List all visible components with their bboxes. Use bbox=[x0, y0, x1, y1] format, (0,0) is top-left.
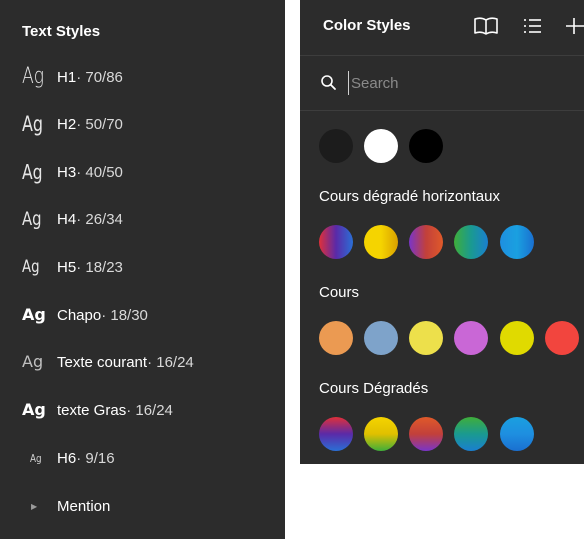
color-swatch[interactable] bbox=[454, 321, 488, 355]
color-swatch[interactable] bbox=[319, 225, 353, 259]
text-style-preview-icon: Ag bbox=[22, 64, 45, 89]
text-style-name: H5 bbox=[57, 258, 77, 276]
text-style-size: · 18/23 bbox=[76, 258, 123, 276]
add-icon[interactable] bbox=[562, 14, 584, 38]
text-style-chapo[interactable]: Ag Chapo · 18/30 bbox=[0, 295, 285, 335]
text-style-preview-icon: Ag bbox=[22, 111, 44, 136]
text-style-preview-icon: Ag bbox=[22, 305, 46, 324]
color-swatch[interactable] bbox=[545, 321, 579, 355]
color-swatch[interactable] bbox=[319, 129, 353, 163]
text-style-size: · 40/50 bbox=[76, 163, 123, 181]
text-style-name: H4 bbox=[57, 210, 77, 228]
color-swatch[interactable] bbox=[364, 417, 398, 451]
text-style-group-mention[interactable]: ▶ Mention bbox=[0, 486, 285, 526]
color-group-label[interactable]: Cours dégradé horizontaux bbox=[319, 188, 500, 205]
color-swatch[interactable] bbox=[364, 129, 398, 163]
color-group-label[interactable]: Cours Dégradés bbox=[319, 380, 428, 397]
text-style-size: · 70/86 bbox=[76, 68, 123, 86]
search-icon bbox=[320, 74, 338, 92]
color-swatch[interactable] bbox=[500, 321, 534, 355]
color-styles-title: Color Styles bbox=[323, 17, 411, 34]
text-style-h2[interactable]: Ag H2 · 50/70 bbox=[0, 104, 285, 144]
color-styles-panel: Color Styles Search Cours dégradé horizo… bbox=[300, 0, 584, 464]
color-swatch[interactable] bbox=[500, 417, 534, 451]
color-swatch[interactable] bbox=[409, 321, 443, 355]
text-style-name: H3 bbox=[57, 163, 77, 181]
text-style-name: Chapo bbox=[57, 306, 102, 324]
text-style-size: · 26/34 bbox=[76, 210, 123, 228]
search-input[interactable] bbox=[348, 71, 571, 95]
color-swatch[interactable] bbox=[364, 321, 398, 355]
text-style-name: H2 bbox=[57, 115, 77, 133]
text-style-name: H1 bbox=[57, 68, 77, 86]
text-style-preview-icon: Ag bbox=[30, 451, 42, 465]
text-style-preview-icon: Ag bbox=[22, 352, 44, 371]
color-swatch[interactable] bbox=[409, 225, 443, 259]
library-icon[interactable] bbox=[472, 14, 500, 38]
text-style-preview-icon: Ag bbox=[22, 256, 40, 277]
color-swatch[interactable] bbox=[319, 321, 353, 355]
text-style-h3[interactable]: Ag H3 · 40/50 bbox=[0, 152, 285, 192]
search-bar bbox=[300, 56, 584, 111]
list-view-icon[interactable] bbox=[520, 14, 548, 38]
text-style-preview-icon: Ag bbox=[22, 160, 43, 184]
text-style-size: · 18/30 bbox=[101, 306, 148, 324]
text-style-texte-courant[interactable]: Ag Texte courant · 16/24 bbox=[0, 342, 285, 382]
text-style-texte-gras[interactable]: Ag texte Gras · 16/24 bbox=[0, 390, 285, 430]
color-swatch[interactable] bbox=[409, 129, 443, 163]
text-style-size: · 9/16 bbox=[76, 449, 115, 467]
text-style-size: · 16/24 bbox=[147, 353, 194, 371]
text-style-preview-icon: Ag bbox=[22, 207, 42, 230]
text-styles-panel: Text Styles Ag H1 · 70/86 Ag H2 · 50/70 … bbox=[0, 0, 285, 539]
text-style-group-name: Mention bbox=[57, 497, 111, 515]
color-swatch[interactable] bbox=[454, 417, 488, 451]
color-swatch[interactable] bbox=[409, 417, 443, 451]
text-style-preview-icon: Ag bbox=[22, 400, 46, 419]
color-swatch[interactable] bbox=[454, 225, 488, 259]
text-style-h1[interactable]: Ag H1 · 70/86 bbox=[0, 57, 285, 97]
color-group-label[interactable]: Cours bbox=[319, 284, 359, 301]
text-style-size: · 16/24 bbox=[126, 401, 173, 419]
color-swatch[interactable] bbox=[500, 225, 534, 259]
text-style-name: texte Gras bbox=[57, 401, 127, 419]
text-style-name: Texte courant bbox=[57, 353, 148, 371]
color-styles-header: Color Styles bbox=[300, 0, 584, 56]
text-style-name: H6 bbox=[57, 449, 77, 467]
text-style-size: · 50/70 bbox=[76, 115, 123, 133]
text-style-h5[interactable]: Ag H5 · 18/23 bbox=[0, 247, 285, 287]
text-style-h6[interactable]: Ag H6 · 9/16 bbox=[0, 438, 285, 478]
color-swatch[interactable] bbox=[319, 417, 353, 451]
color-swatch[interactable] bbox=[364, 225, 398, 259]
text-style-h4[interactable]: Ag H4 · 26/34 bbox=[0, 199, 285, 239]
text-styles-title: Text Styles bbox=[22, 23, 101, 40]
expand-caret-icon[interactable]: ▶ bbox=[31, 502, 57, 511]
